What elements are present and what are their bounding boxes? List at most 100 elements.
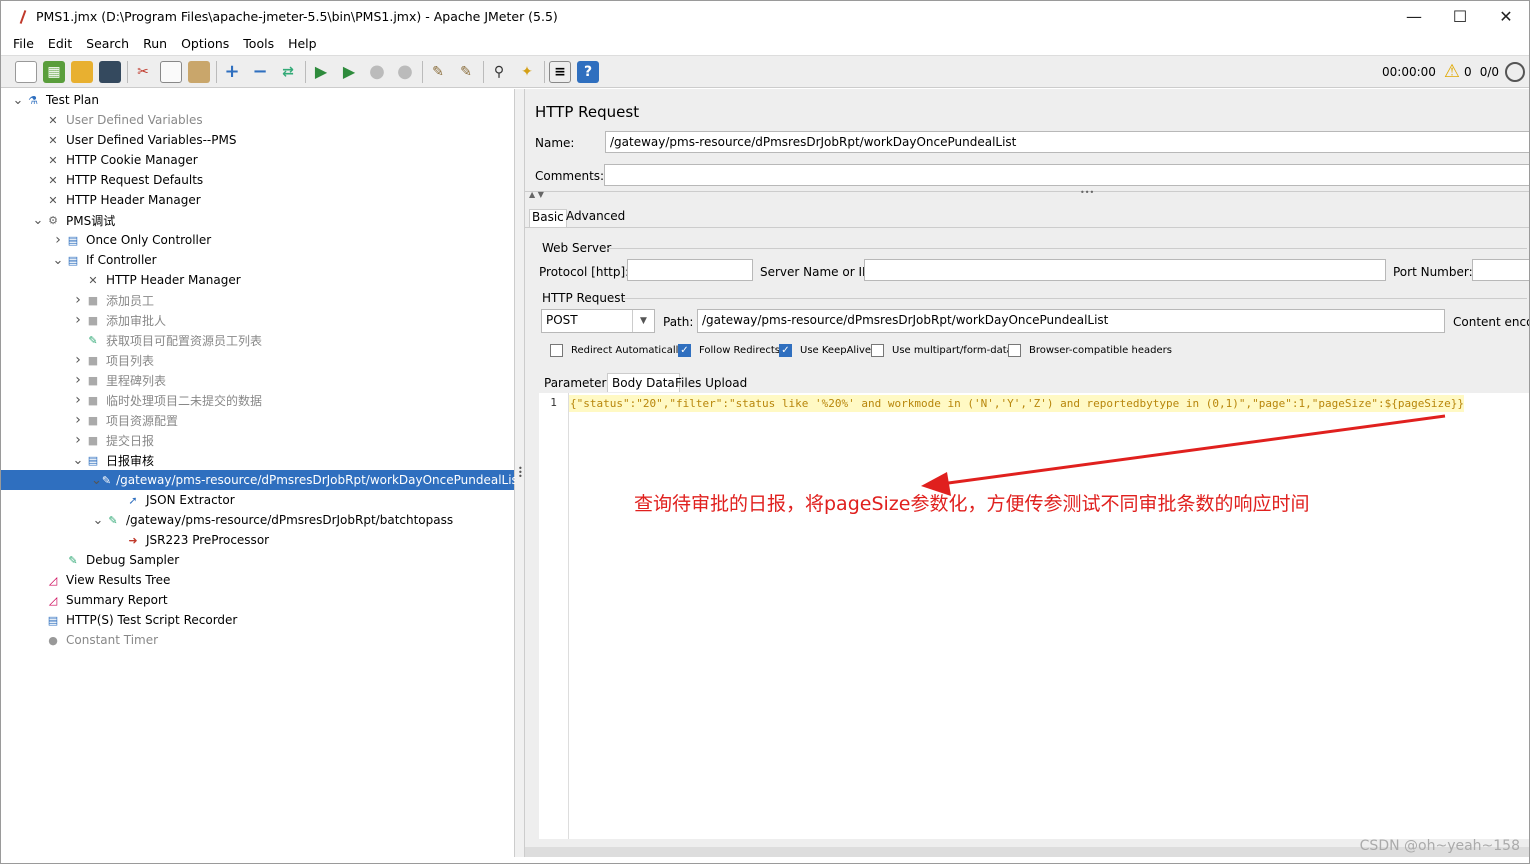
tab-parameters[interactable]: Parameters	[544, 376, 613, 390]
tree-node[interactable]: › ▤ Once Only Controller	[51, 230, 211, 250]
comments-field[interactable]	[604, 164, 1529, 186]
tree-node[interactable]: ✕ HTTP Header Manager	[31, 190, 200, 210]
expanded-chevron-icon[interactable]: ⌄	[31, 213, 45, 228]
redirect-automatically-checkbox[interactable]: Redirect Automatically	[550, 344, 684, 357]
tree-node[interactable]: ⌄ ▤ If Controller	[51, 250, 157, 270]
maximize-button[interactable]: ☐	[1437, 1, 1483, 32]
menu-help[interactable]: Help	[288, 36, 317, 51]
collapse-divider[interactable]: ▲ ▼ •••	[525, 188, 1529, 199]
clear-icon[interactable]: ✎	[427, 61, 449, 83]
help-icon[interactable]: ?	[577, 60, 599, 83]
name-field[interactable]: /gateway/pms-resource/dPmsresDrJobRpt/wo…	[605, 131, 1529, 153]
browser-compatible-checkbox[interactable]: Browser-compatible headers	[1008, 344, 1172, 357]
controller-icon: ▤	[87, 453, 99, 467]
start-icon[interactable]: ▶	[310, 61, 332, 83]
collapsed-chevron-icon[interactable]: ›	[71, 292, 85, 308]
tab-files-upload[interactable]: Files Upload	[675, 376, 747, 390]
menu-run[interactable]: Run	[143, 36, 167, 51]
tree-node[interactable]: ⌄ ▤ 日报审核	[71, 450, 154, 470]
save-icon[interactable]	[99, 60, 121, 83]
tree-node[interactable]: ✕ User Defined Variables--PMS	[31, 130, 236, 150]
tree-node[interactable]: ● Constant Timer	[31, 630, 158, 650]
collapse-icon[interactable]: −	[249, 61, 271, 83]
tree-node[interactable]: ▤ HTTP(S) Test Script Recorder	[31, 610, 238, 630]
cut-icon[interactable]: ✂	[132, 61, 154, 83]
tab-body-data[interactable]: Body Data	[607, 373, 680, 392]
tree-node[interactable]: › ■ 里程碑列表	[71, 370, 166, 390]
collapsed-chevron-icon[interactable]: ›	[71, 412, 85, 428]
path-field[interactable]: /gateway/pms-resource/dPmsresDrJobRpt/wo…	[697, 309, 1445, 333]
expanded-chevron-icon[interactable]: ⌄	[91, 473, 102, 488]
expanded-chevron-icon[interactable]: ⌄	[11, 93, 25, 108]
use-keepalive-checkbox[interactable]: ✓ Use KeepAlive	[779, 344, 871, 357]
copy-icon[interactable]	[160, 60, 182, 83]
tree-node[interactable]: ✎ 获取项目可配置资源员工列表	[71, 330, 262, 350]
panel-title: HTTP Request	[535, 103, 640, 121]
follow-redirects-checkbox[interactable]: ✓ Follow Redirects	[678, 344, 780, 357]
tree-node[interactable]: ➚ JSON Extractor	[111, 490, 234, 510]
tree-node[interactable]: ⌄ ✎ /gateway/pms-resource/dPmsresDrJobRpt/…	[91, 510, 454, 530]
tree-node[interactable]: ✕ HTTP Header Manager	[71, 270, 240, 290]
tree-node[interactable]: › ■ 项目资源配置	[71, 410, 178, 430]
reset-search-icon[interactable]: ✦	[516, 61, 538, 83]
menu-file[interactable]: File	[13, 36, 34, 51]
menu-edit[interactable]: Edit	[48, 36, 72, 51]
stop-icon[interactable]: ●	[366, 61, 388, 83]
tab-basic[interactable]: Basic	[529, 209, 567, 227]
collapsed-chevron-icon[interactable]: ›	[51, 232, 65, 248]
disabled-icon: ■	[87, 313, 99, 327]
tree-node[interactable]: ◿ Summary Report	[31, 590, 168, 610]
minimize-button[interactable]: —	[1391, 1, 1437, 32]
server-name-field[interactable]	[864, 259, 1386, 281]
tree-node[interactable]: › ■ 添加员工	[71, 290, 154, 310]
tree-node[interactable]: ◿ View Results Tree	[31, 570, 171, 590]
port-number-field[interactable]	[1472, 259, 1529, 281]
tree-node-label: 添加审批人	[106, 313, 167, 328]
close-button[interactable]: ✕	[1483, 1, 1529, 32]
protocol-field[interactable]	[627, 259, 753, 281]
tree-node[interactable]: › ■ 提交日报	[71, 430, 154, 450]
tree-node[interactable]: ✕ User Defined Variables	[31, 110, 202, 130]
collapsed-chevron-icon[interactable]: ›	[71, 312, 85, 328]
expand-icon[interactable]: +	[221, 61, 243, 83]
menu-search[interactable]: Search	[86, 36, 129, 51]
protocol-label: Protocol [http]:	[539, 265, 630, 279]
toggle-icon[interactable]: ⇄	[277, 61, 299, 83]
paste-icon[interactable]	[188, 60, 210, 83]
menu-bar: File Edit Search Run Options Tools Help	[1, 32, 1529, 54]
shutdown-icon[interactable]: ●	[394, 61, 416, 83]
open-icon[interactable]	[71, 60, 93, 83]
content-encoding-label: Content encod	[1453, 315, 1529, 329]
tree-node[interactable]: ⌄ ⚗ Test Plan	[11, 90, 99, 110]
collapsed-chevron-icon[interactable]: ›	[71, 432, 85, 448]
tree-node[interactable]: › ■ 临时处理项目二未提交的数据	[71, 390, 262, 410]
collapsed-chevron-icon[interactable]: ›	[71, 372, 85, 388]
collapsed-chevron-icon[interactable]: ›	[71, 392, 85, 408]
menu-options[interactable]: Options	[181, 36, 229, 51]
warning-icon[interactable]: ⚠	[1444, 61, 1460, 82]
expanded-chevron-icon[interactable]: ⌄	[71, 453, 85, 468]
tree-node[interactable]: › ■ 添加审批人	[71, 310, 166, 330]
templates-icon[interactable]: ▦	[43, 60, 65, 83]
tree-node[interactable]: ⌄ ⚙ PMS调试	[31, 210, 116, 230]
new-icon[interactable]	[15, 60, 37, 83]
start-no-pause-icon[interactable]: ▶	[338, 61, 360, 83]
tree-node[interactable]: ➜ JSR223 PreProcessor	[111, 530, 269, 550]
tree-node[interactable]: › ■ 项目列表	[71, 350, 154, 370]
function-helper-icon[interactable]: ≡	[549, 60, 571, 83]
tree-node[interactable]: ✕ HTTP Cookie Manager	[31, 150, 197, 170]
pane-splitter[interactable]: • • •	[515, 89, 525, 857]
menu-tools[interactable]: Tools	[243, 36, 274, 51]
clear-all-icon[interactable]: ✎	[455, 61, 477, 83]
tree-node[interactable]: ✕ HTTP Request Defaults	[31, 170, 203, 190]
method-select[interactable]: POST ▼	[541, 309, 655, 333]
use-multipart-checkbox[interactable]: Use multipart/form-data	[871, 344, 1013, 357]
expanded-chevron-icon[interactable]: ⌄	[91, 513, 105, 528]
tab-advanced[interactable]: Advanced	[566, 209, 625, 223]
tree-node[interactable]: ⌄ ✎ /gateway/pms-resource/dPmsresDrJobRpt/…	[1, 470, 523, 490]
search-binoculars-icon[interactable]: ⚲	[488, 61, 510, 83]
collapsed-chevron-icon[interactable]: ›	[71, 352, 85, 368]
pipette-icon: ✎	[68, 553, 78, 567]
expanded-chevron-icon[interactable]: ⌄	[51, 253, 65, 268]
tree-node[interactable]: ✎ Debug Sampler	[51, 550, 179, 570]
